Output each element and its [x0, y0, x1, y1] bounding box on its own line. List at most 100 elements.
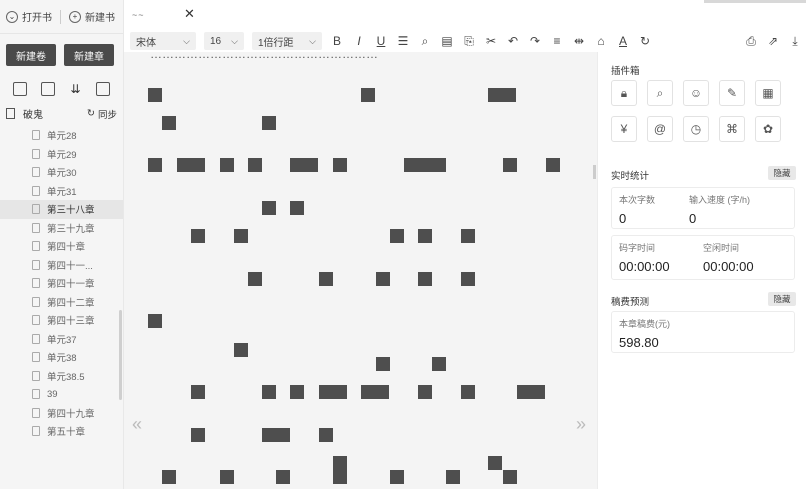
fee-value: 598.80 [619, 335, 659, 350]
chapter-item[interactable]: 第五十章 [0, 422, 123, 441]
chapter-label: 单元30 [47, 168, 77, 180]
download-icon[interactable]: ⤓ [784, 34, 806, 49]
chapter-item[interactable]: 第四十一... [0, 256, 123, 275]
right-panel: 插件箱 🔒︎ ⌕ ☺ ✎ ▦ ¥ @ ◷ ⌘ ✿ 实时统计 隐藏 本次字数 0 输入速度 (字/h… [597, 52, 806, 489]
line-spacing-select[interactable]: 1倍行距 ⌵ [252, 32, 322, 50]
paragraph-icon[interactable]: ≡ [546, 34, 568, 48]
italic-icon[interactable]: I [348, 34, 370, 48]
editor-scrollbar[interactable] [593, 165, 596, 179]
tab-strip: ~~ ✕ [124, 0, 806, 30]
palette-icon[interactable]: ✿ [755, 116, 781, 142]
new-chapter-button[interactable]: 新建章 [64, 44, 114, 66]
editor-area[interactable]: ………………………………………………… « » [124, 52, 597, 489]
save-icon[interactable]: ⎙ [740, 34, 762, 49]
chapter-item[interactable]: 单元28 [0, 126, 123, 145]
tab-chapter[interactable]: ~~ ✕ [130, 4, 228, 26]
copy-icon[interactable]: ⎘ [458, 34, 480, 49]
chapter-item[interactable]: 单元31 [0, 182, 123, 201]
new-volume-button[interactable]: 新建卷 [6, 44, 56, 66]
head-icon[interactable]: ☺ [683, 80, 709, 106]
underline-icon[interactable]: U [370, 34, 392, 48]
chapter-label: 单元38 [47, 353, 77, 365]
font-size-value: 16 [210, 35, 222, 47]
pencil-icon[interactable]: ✎ [719, 80, 745, 106]
at-icon[interactable]: @ [647, 116, 673, 142]
add-file-icon[interactable] [12, 82, 27, 96]
chapter-item[interactable]: 第四十九章 [0, 404, 123, 423]
tab-title: ~~ [132, 10, 145, 20]
font-size-select[interactable]: 16 ⌵ [204, 32, 244, 50]
document-icon [32, 167, 40, 178]
chapter-item[interactable]: 单元37 [0, 330, 123, 349]
insert-file-icon[interactable] [40, 82, 55, 96]
sync-button[interactable]: ↻ 同步 [87, 107, 117, 121]
prev-page-button[interactable]: « [132, 414, 142, 435]
redacted-text-block [333, 158, 347, 172]
chevron-down-icon: ⌵ [231, 35, 238, 46]
export-icon[interactable]: ⇗ [762, 34, 784, 48]
speed-label: 输入速度 (字/h) [689, 195, 751, 205]
chapter-item[interactable]: 单元30 [0, 163, 123, 182]
stats-hide-button[interactable]: 隐藏 [768, 166, 796, 180]
chapter-item[interactable]: 第四十三章 [0, 311, 123, 330]
chapter-item[interactable]: 第四十二章 [0, 293, 123, 312]
fee-title: 稿费预测 [611, 297, 650, 308]
redacted-text-block [290, 158, 318, 172]
redacted-text-block [461, 229, 475, 243]
undo-icon[interactable]: ↶ [502, 34, 524, 48]
refresh-icon[interactable]: ↻ [634, 34, 656, 48]
redacted-text-block [418, 229, 432, 243]
bold-icon[interactable]: B [326, 34, 348, 48]
chapter-item[interactable]: 第四十一章 [0, 274, 123, 293]
redacted-text-block [361, 88, 375, 102]
redacted-text-block [376, 272, 390, 286]
open-book-button[interactable]: ⌄ 打开书 [6, 9, 52, 24]
redo-icon[interactable]: ↷ [524, 34, 546, 48]
chapter-item[interactable]: 单元38 [0, 348, 123, 367]
chapter-label: 单元28 [47, 131, 77, 143]
redacted-text-block [333, 456, 347, 470]
sidebar-scrollbar[interactable] [119, 310, 122, 400]
redacted-text-block [262, 201, 276, 215]
redacted-text-block [432, 357, 446, 371]
align-icon[interactable]: ☰ [392, 34, 414, 48]
stats-title: 实时统计 [611, 171, 650, 182]
chapter-label: 第四十九章 [47, 408, 95, 420]
chapter-item[interactable]: 第三十八章 [0, 200, 123, 219]
plugins-title: 插件箱 [611, 66, 640, 77]
redacted-text-block [503, 158, 517, 172]
redacted-text-block [290, 201, 304, 215]
app-window: ⌄ 打开书 + 新建书 新建卷 新建章 ⇊ 破鬼 ↻ 同步 单元28 单元29 … [0, 0, 806, 489]
cut-icon[interactable]: ✂ [480, 34, 502, 48]
close-icon[interactable]: ✕ [184, 6, 195, 22]
comment-icon[interactable]: ▤ [436, 34, 458, 48]
redacted-text-block [234, 343, 248, 357]
trash-icon[interactable] [96, 82, 111, 96]
redacted-text-block [461, 385, 475, 399]
chapter-item[interactable]: 单元29 [0, 145, 123, 164]
idle-time-label: 空闲时间 [703, 243, 740, 253]
font-select[interactable]: 宋体 ⌵ [130, 32, 196, 50]
lock-icon[interactable]: 🔒︎ [611, 80, 637, 106]
chapter-item[interactable]: 39 [0, 385, 123, 404]
chapter-item[interactable]: 第三十九章 [0, 219, 123, 238]
sort-icon[interactable]: ⇊ [68, 82, 82, 96]
shirt-icon[interactable]: ⌂ [590, 34, 612, 48]
fee-hide-button[interactable]: 隐藏 [768, 292, 796, 306]
layout-icon[interactable]: ▦ [755, 80, 781, 106]
chapter-label: 第三十八章 [47, 205, 95, 217]
new-book-button[interactable]: + 新建书 [69, 9, 115, 24]
tag-icon[interactable]: ⌘ [719, 116, 745, 142]
search-book-icon[interactable]: ⌕ [647, 80, 673, 106]
yen-icon[interactable]: ¥ [611, 116, 637, 142]
chapter-item[interactable]: 第四十章 [0, 237, 123, 256]
chapter-item[interactable]: 单元38.5 [0, 367, 123, 386]
search-icon[interactable]: ⌕ [414, 34, 436, 49]
indent-icon[interactable]: ⇹ [568, 34, 590, 48]
document-icon [32, 222, 40, 233]
sync-label: 同步 [97, 109, 117, 121]
clock-icon[interactable]: ◷ [683, 116, 709, 142]
font-color-icon[interactable]: A [612, 34, 634, 48]
book-name[interactable]: 破鬼 [23, 106, 43, 121]
next-page-button[interactable]: » [576, 414, 586, 435]
